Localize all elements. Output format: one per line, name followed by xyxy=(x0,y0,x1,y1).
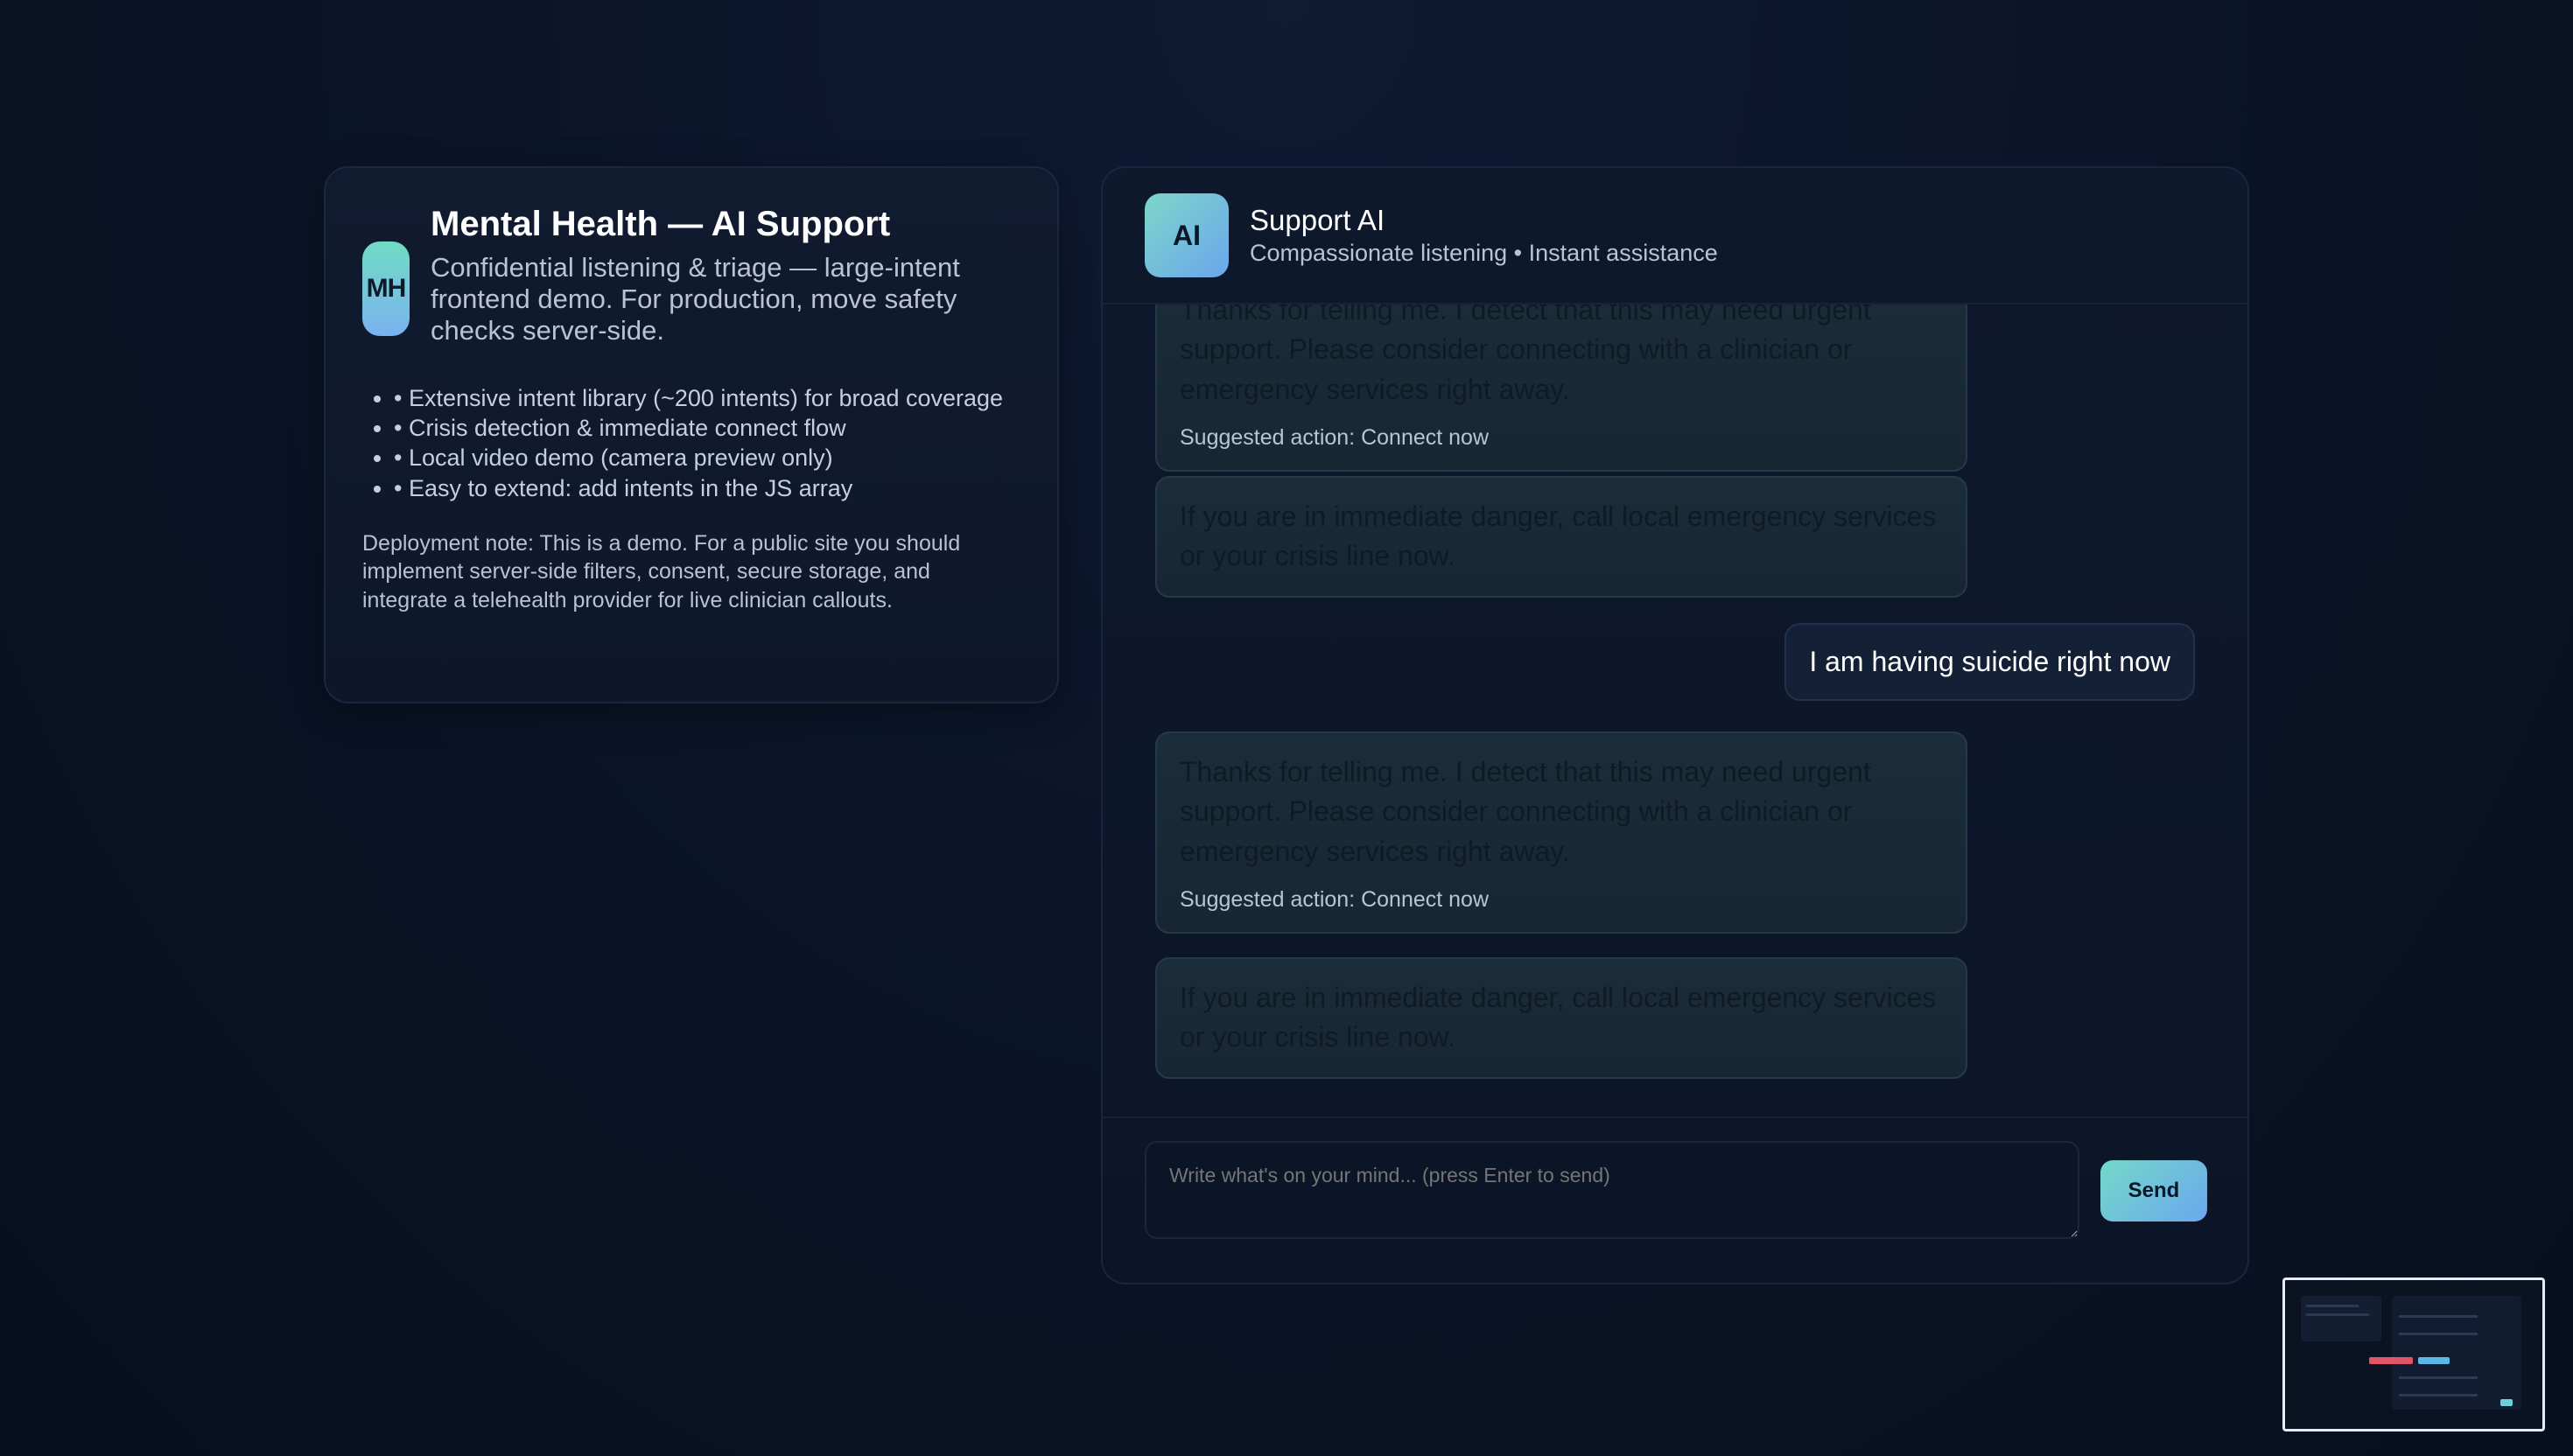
chat-header-text: Support AI Compassionate listening • Ins… xyxy=(1250,204,1718,268)
composer: Send xyxy=(1103,1116,2247,1283)
minimap-marker xyxy=(2500,1399,2513,1406)
page-subtitle: Confidential listening & triage — large-… xyxy=(431,252,960,346)
feature-list: • Extensive intent library (~200 intents… xyxy=(362,383,1020,503)
suggested-action[interactable]: Suggested action: Connect now xyxy=(1180,887,1943,913)
ai-message: If you are in immediate danger, call loc… xyxy=(1155,957,1967,1079)
deployment-note: Deployment note: This is a demo. For a p… xyxy=(362,530,961,612)
chat-name: Support AI xyxy=(1250,203,1385,236)
ai-message: Thanks for telling me. I detect that thi… xyxy=(1155,732,1967,934)
page-title: Mental Health — AI Support xyxy=(431,205,891,243)
send-button[interactable]: Send xyxy=(2100,1160,2207,1222)
minimap[interactable] xyxy=(2282,1278,2545,1432)
message-text: Thanks for telling me. I detect that thi… xyxy=(1180,304,1871,405)
message-input[interactable] xyxy=(1145,1141,2079,1239)
minimap-marker xyxy=(2418,1357,2450,1364)
info-card: MH Mental Health — AI Support Confidenti… xyxy=(324,166,1059,704)
message-text: If you are in immediate danger, call loc… xyxy=(1180,982,1937,1054)
message-list[interactable]: Thanks for telling me. I detect that thi… xyxy=(1103,304,2247,1125)
message-text: If you are in immediate danger, call loc… xyxy=(1180,500,1937,572)
message-text: Thanks for telling me. I detect that thi… xyxy=(1180,756,1871,867)
minimap-line xyxy=(2306,1313,2369,1316)
feature-item: • Easy to extend: add intents in the JS … xyxy=(394,473,1020,503)
brand-logo: MH xyxy=(362,242,410,336)
minimap-line xyxy=(2399,1394,2478,1396)
suggested-action[interactable]: Suggested action: Connect now xyxy=(1180,425,1943,451)
feature-item: • Extensive intent library (~200 intents… xyxy=(394,383,1020,413)
minimap-line xyxy=(2399,1376,2478,1379)
minimap-info-block xyxy=(2301,1296,2381,1341)
minimap-line xyxy=(2399,1333,2478,1335)
feature-item: • Local video demo (camera preview only) xyxy=(394,443,1020,472)
avatar: AI xyxy=(1145,193,1229,277)
user-message: I am having suicide right now xyxy=(1784,623,2195,701)
brand-text: Mental Health — AI Support Confidential … xyxy=(431,203,1020,346)
minimap-chat-block xyxy=(2392,1296,2521,1410)
chat-status: Compassionate listening • Instant assist… xyxy=(1250,240,1718,267)
ai-message: Thanks for telling me. I detect that thi… xyxy=(1155,304,1967,472)
ai-message: If you are in immediate danger, call loc… xyxy=(1155,476,1967,598)
chat-panel: AI Support AI Compassionate listening • … xyxy=(1101,166,2249,1284)
minimap-marker xyxy=(2369,1357,2413,1364)
chat-header: AI Support AI Compassionate listening • … xyxy=(1103,168,2247,304)
brand-row: MH Mental Health — AI Support Confidenti… xyxy=(362,203,1020,346)
minimap-line xyxy=(2399,1315,2478,1318)
feature-item: • Crisis detection & immediate connect f… xyxy=(394,413,1020,443)
minimap-line xyxy=(2306,1305,2359,1307)
